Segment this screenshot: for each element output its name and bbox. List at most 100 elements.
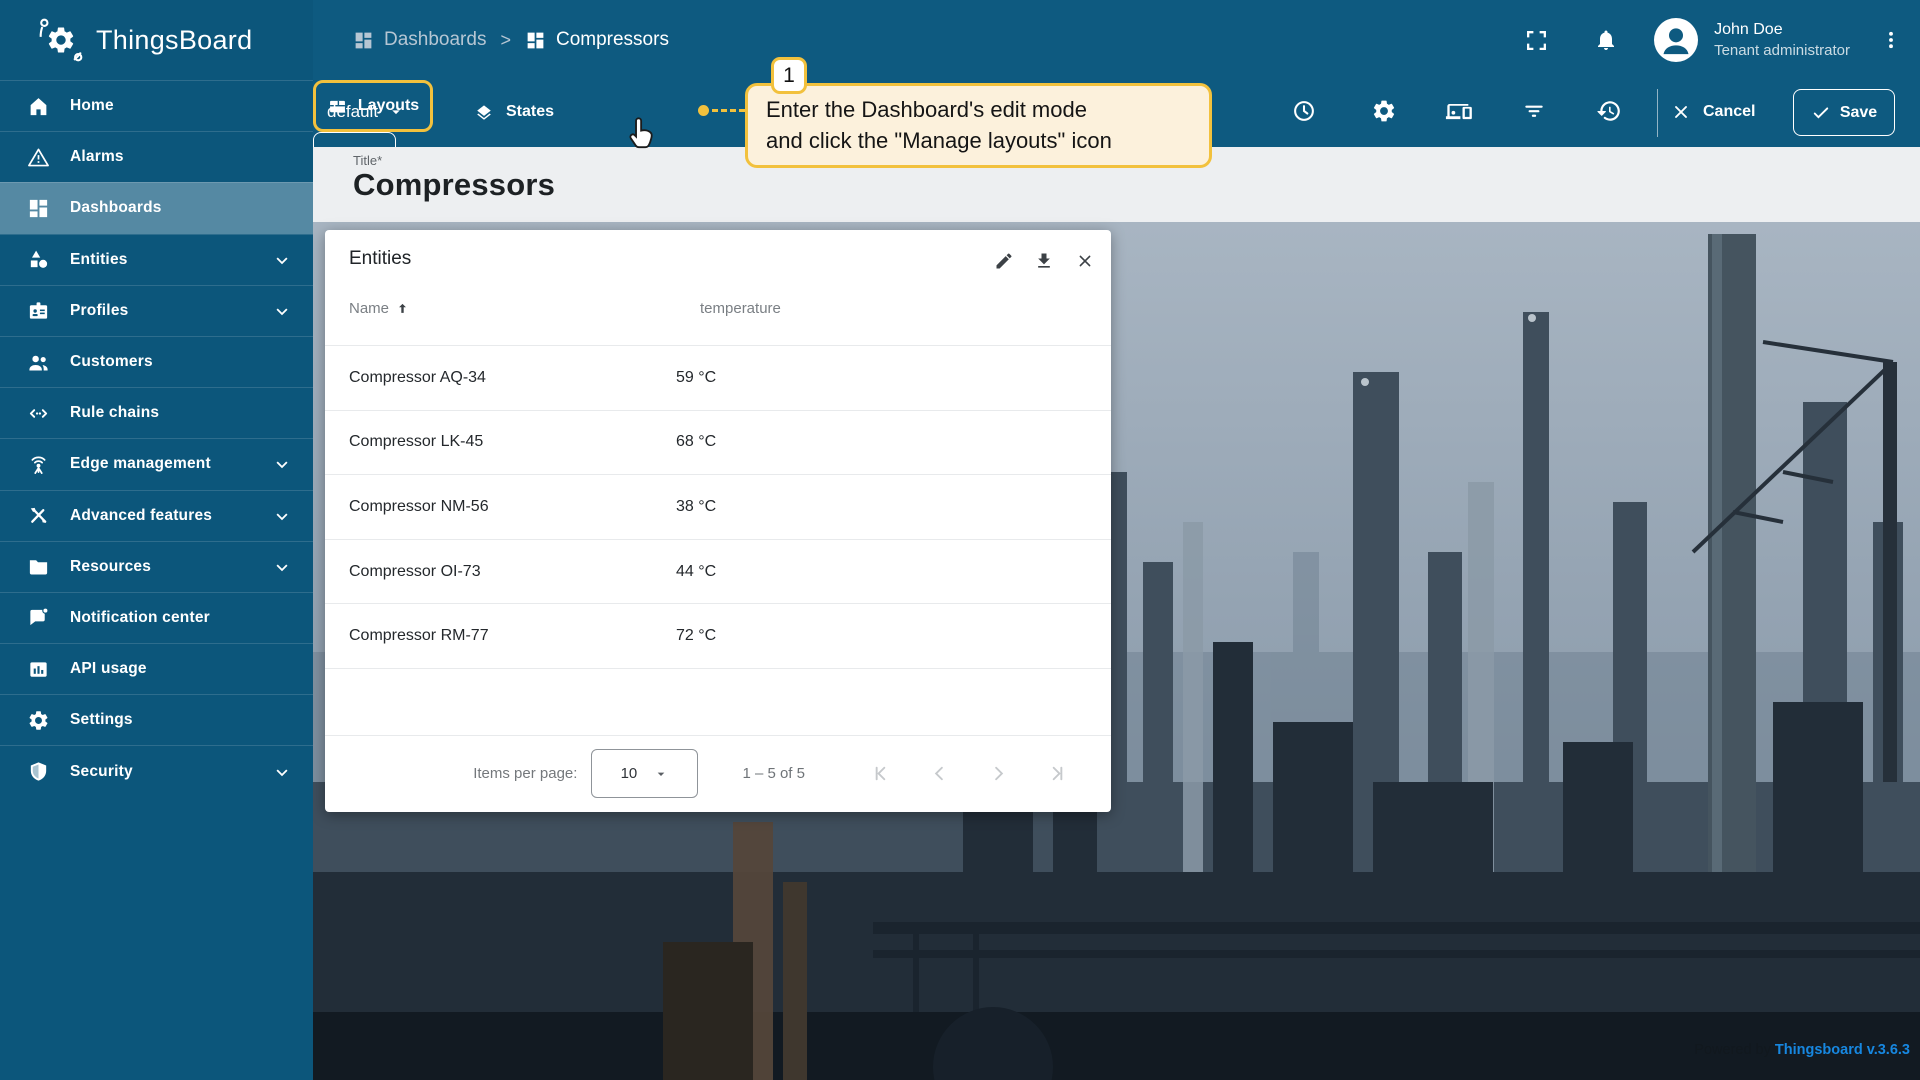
sidebar-item-advanced-features[interactable]: Advanced features — [0, 489, 313, 541]
sidebar-item-profiles[interactable]: Profiles — [0, 284, 313, 336]
cell-temperature: 68 °C — [676, 433, 717, 451]
annotation-connector-dot — [698, 105, 709, 116]
first-page-button[interactable] — [851, 752, 910, 796]
edit-widget-button[interactable] — [987, 244, 1021, 278]
dashboard-icon — [355, 32, 372, 48]
sidebar-item-label: Advanced features — [70, 506, 213, 524]
sidebar-item-label: Customers — [70, 353, 153, 371]
breadcrumb-item-dashboards[interactable]: Dashboards — [353, 29, 486, 51]
settings-icon — [29, 711, 48, 730]
sidebar-item-label: Settings — [70, 711, 133, 729]
kebab-menu-icon — [1889, 31, 1893, 49]
column-header-temperature[interactable]: temperature — [700, 293, 781, 323]
sidebar-item-notification-center[interactable]: Notification center — [0, 591, 313, 643]
clock-icon — [1294, 101, 1314, 121]
time-window-button[interactable] — [1282, 89, 1326, 133]
table-row[interactable]: Compressor AQ-34 59 °C — [325, 346, 1111, 411]
table-row[interactable]: Compressor RM-77 72 °C — [325, 604, 1111, 669]
breadcrumb-separator: > — [500, 29, 511, 50]
caret-down-icon — [657, 772, 665, 776]
export-widget-button[interactable] — [1027, 244, 1061, 278]
sidebar-item-settings[interactable]: Settings — [0, 694, 313, 745]
column-header-name[interactable]: Name — [349, 293, 410, 323]
app-logo[interactable]: ThingsBoard — [0, 0, 313, 80]
sidebar-item-label: Dashboards — [70, 199, 162, 217]
filter-icon — [1525, 105, 1543, 117]
cancel-button[interactable]: Cancel — [1671, 86, 1755, 138]
sidebar-item-home[interactable]: Home — [0, 80, 313, 131]
sidebar-nav: Home Alarms Dashboards Entities Profiles… — [0, 80, 313, 797]
cell-temperature: 44 °C — [676, 562, 717, 580]
table-row[interactable]: Compressor OI-73 44 °C — [325, 540, 1111, 605]
devices-icon — [1445, 104, 1472, 120]
sidebar-item-label: Rule chains — [70, 404, 160, 422]
sidebar-item-dashboards[interactable]: Dashboards — [0, 182, 313, 234]
sidebar-item-alarms[interactable]: Alarms — [0, 131, 313, 182]
save-button[interactable]: Save — [1793, 89, 1895, 136]
sidebar-item-edge-management[interactable]: Edge management — [0, 438, 313, 489]
sidebar-item-security[interactable]: Security — [0, 745, 313, 796]
widget-title: Entities — [349, 248, 412, 269]
download-icon — [1038, 253, 1050, 268]
cell-temperature: 72 °C — [676, 627, 717, 645]
chevron-left-icon — [934, 766, 943, 781]
user-info[interactable]: John Doe Tenant administrator — [1714, 19, 1850, 61]
paginator: Items per page: 10 1 – 5 of 5 — [325, 736, 1111, 811]
annotation-step-badge: 1 — [771, 57, 807, 94]
cell-entity-name: Compressor AQ-34 — [349, 368, 486, 386]
manage-states-button[interactable]: States — [463, 86, 564, 138]
home-icon — [30, 97, 47, 115]
cursor-hand-icon — [625, 116, 655, 155]
first-page-icon — [875, 766, 886, 781]
sidebar-item-label: Resources — [70, 557, 152, 575]
last-page-button[interactable] — [1028, 752, 1087, 796]
entities-widget: Entities Name temperature Compressor AQ-… — [325, 230, 1111, 812]
entities-table: Compressor AQ-34 59 °C Compressor LK-45 … — [325, 345, 1111, 669]
chevron-down-icon — [276, 564, 288, 572]
sidebar-item-resources[interactable]: Resources — [0, 540, 313, 592]
version-history-button[interactable] — [1587, 89, 1631, 133]
notification-icon — [30, 607, 49, 626]
more-menu-button[interactable] — [1876, 18, 1906, 62]
user-avatar[interactable] — [1654, 18, 1699, 62]
prev-page-button[interactable] — [910, 752, 969, 796]
breadcrumb-item-compressors[interactable]: Compressors — [525, 29, 669, 51]
version-link[interactable]: Thingsboard v.3.6.3 — [1775, 1042, 1910, 1058]
history-icon — [1597, 101, 1620, 121]
check-icon — [1813, 106, 1829, 119]
powered-by-text: Powered by — [1694, 1042, 1775, 1058]
sidebar-item-rule-chains[interactable]: Rule chains — [0, 387, 313, 438]
sidebar-item-entities[interactable]: Entities — [0, 233, 313, 285]
fullscreen-button[interactable] — [1514, 18, 1558, 62]
sidebar-item-label: Entities — [70, 250, 128, 268]
notifications-button[interactable] — [1584, 18, 1628, 62]
sidebar-item-api-usage[interactable]: API usage — [0, 643, 313, 694]
close-icon — [1675, 106, 1687, 118]
items-per-page-label: Items per page: — [473, 765, 578, 782]
thingsboard-logo-icon — [39, 18, 83, 62]
annotation-connector-line — [712, 109, 745, 112]
filters-button[interactable] — [1512, 89, 1556, 133]
title-field-input[interactable]: Compressors — [353, 167, 555, 203]
table-row[interactable]: Compressor NM-56 38 °C — [325, 475, 1111, 540]
chevron-down-icon — [276, 769, 288, 776]
dashboard-settings-button[interactable] — [1362, 89, 1406, 133]
customers-icon — [29, 355, 48, 371]
table-row[interactable]: Compressor LK-45 68 °C — [325, 411, 1111, 476]
page-size-select[interactable]: 10 — [591, 749, 699, 798]
dashboard-state-select[interactable]: default — [327, 86, 406, 138]
sidebar-item-label: Edge management — [70, 455, 211, 473]
version-footer: Powered by Thingsboard v.3.6.3 — [1694, 1042, 1910, 1058]
dashboard-icon — [29, 199, 48, 218]
alarm-icon — [28, 148, 49, 167]
next-page-button[interactable] — [969, 752, 1028, 796]
top-bar: Dashboards > Compressors John Doe Tenant… — [313, 0, 1920, 80]
entity-aliases-button[interactable] — [1437, 89, 1481, 133]
api-icon — [30, 661, 47, 677]
app-name: ThingsBoard — [96, 24, 253, 55]
sidebar-item-customers[interactable]: Customers — [0, 335, 313, 387]
close-widget-button[interactable] — [1068, 244, 1102, 278]
user-role: Tenant administrator — [1714, 42, 1850, 59]
cell-temperature: 59 °C — [676, 368, 717, 386]
annotation-callout: Enter the Dashboard's edit mode and clic… — [745, 83, 1212, 168]
